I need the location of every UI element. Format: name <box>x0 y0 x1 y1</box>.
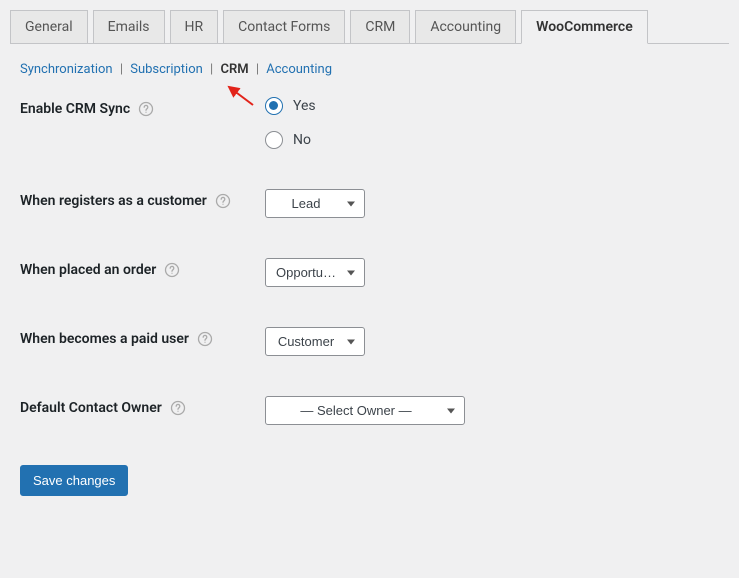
row-register-customer: When registers as a customer Lead <box>20 189 719 218</box>
tab-general[interactable]: General <box>10 10 88 43</box>
row-default-owner: Default Contact Owner — Select Owner — <box>20 396 719 425</box>
row-enable-crm: Enable CRM Sync Yes No <box>20 97 719 149</box>
label-text: When becomes a paid user <box>20 331 189 347</box>
label-text: When placed an order <box>20 262 156 278</box>
control-paid-user: Customer <box>265 327 719 356</box>
select-default-owner[interactable]: — Select Owner — <box>265 396 465 425</box>
label-paid-user: When becomes a paid user <box>20 327 265 347</box>
control-register-customer: Lead <box>265 189 719 218</box>
sub-navigation: Synchronization | Subscription | CRM | A… <box>0 44 739 87</box>
radio-no-label: No <box>293 132 311 148</box>
tab-contact-forms[interactable]: Contact Forms <box>223 10 345 43</box>
label-text: When registers as a customer <box>20 193 207 209</box>
subnav-synchronization[interactable]: Synchronization <box>20 62 113 77</box>
help-icon[interactable] <box>215 193 231 209</box>
help-icon[interactable] <box>170 400 186 416</box>
label-register-customer: When registers as a customer <box>20 189 265 209</box>
subnav-subscription[interactable]: Subscription <box>130 62 203 77</box>
tab-accounting[interactable]: Accounting <box>415 10 516 43</box>
settings-form: Enable CRM Sync Yes No When registers as… <box>0 87 739 506</box>
subnav-accounting[interactable]: Accounting <box>266 62 332 77</box>
label-enable-crm: Enable CRM Sync <box>20 97 265 117</box>
radio-no[interactable]: No <box>265 131 719 149</box>
separator: | <box>120 62 123 77</box>
help-icon[interactable] <box>138 101 154 117</box>
tab-hr[interactable]: HR <box>170 10 219 43</box>
radio-yes-input[interactable] <box>265 97 283 115</box>
main-tabs: General Emails HR Contact Forms CRM Acco… <box>10 10 729 44</box>
row-placed-order: When placed an order Opportu… <box>20 258 719 287</box>
control-enable-crm: Yes No <box>265 97 719 149</box>
tab-emails[interactable]: Emails <box>93 10 165 43</box>
label-text: Enable CRM Sync <box>20 101 130 117</box>
save-button[interactable]: Save changes <box>20 465 128 496</box>
separator: | <box>210 62 213 77</box>
select-register-customer[interactable]: Lead <box>265 189 365 218</box>
separator: | <box>256 62 259 77</box>
label-text: Default Contact Owner <box>20 400 162 416</box>
help-icon[interactable] <box>164 262 180 278</box>
subnav-crm[interactable]: CRM <box>220 62 248 77</box>
control-placed-order: Opportu… <box>265 258 719 287</box>
label-placed-order: When placed an order <box>20 258 265 278</box>
select-placed-order[interactable]: Opportu… <box>265 258 365 287</box>
radio-yes[interactable]: Yes <box>265 97 719 115</box>
control-default-owner: — Select Owner — <box>265 396 719 425</box>
radio-no-input[interactable] <box>265 131 283 149</box>
radio-yes-label: Yes <box>293 98 316 114</box>
select-paid-user[interactable]: Customer <box>265 327 365 356</box>
tab-crm[interactable]: CRM <box>350 10 410 43</box>
label-default-owner: Default Contact Owner <box>20 396 265 416</box>
row-paid-user: When becomes a paid user Customer <box>20 327 719 356</box>
tab-woocommerce[interactable]: WooCommerce <box>521 10 648 44</box>
help-icon[interactable] <box>197 331 213 347</box>
